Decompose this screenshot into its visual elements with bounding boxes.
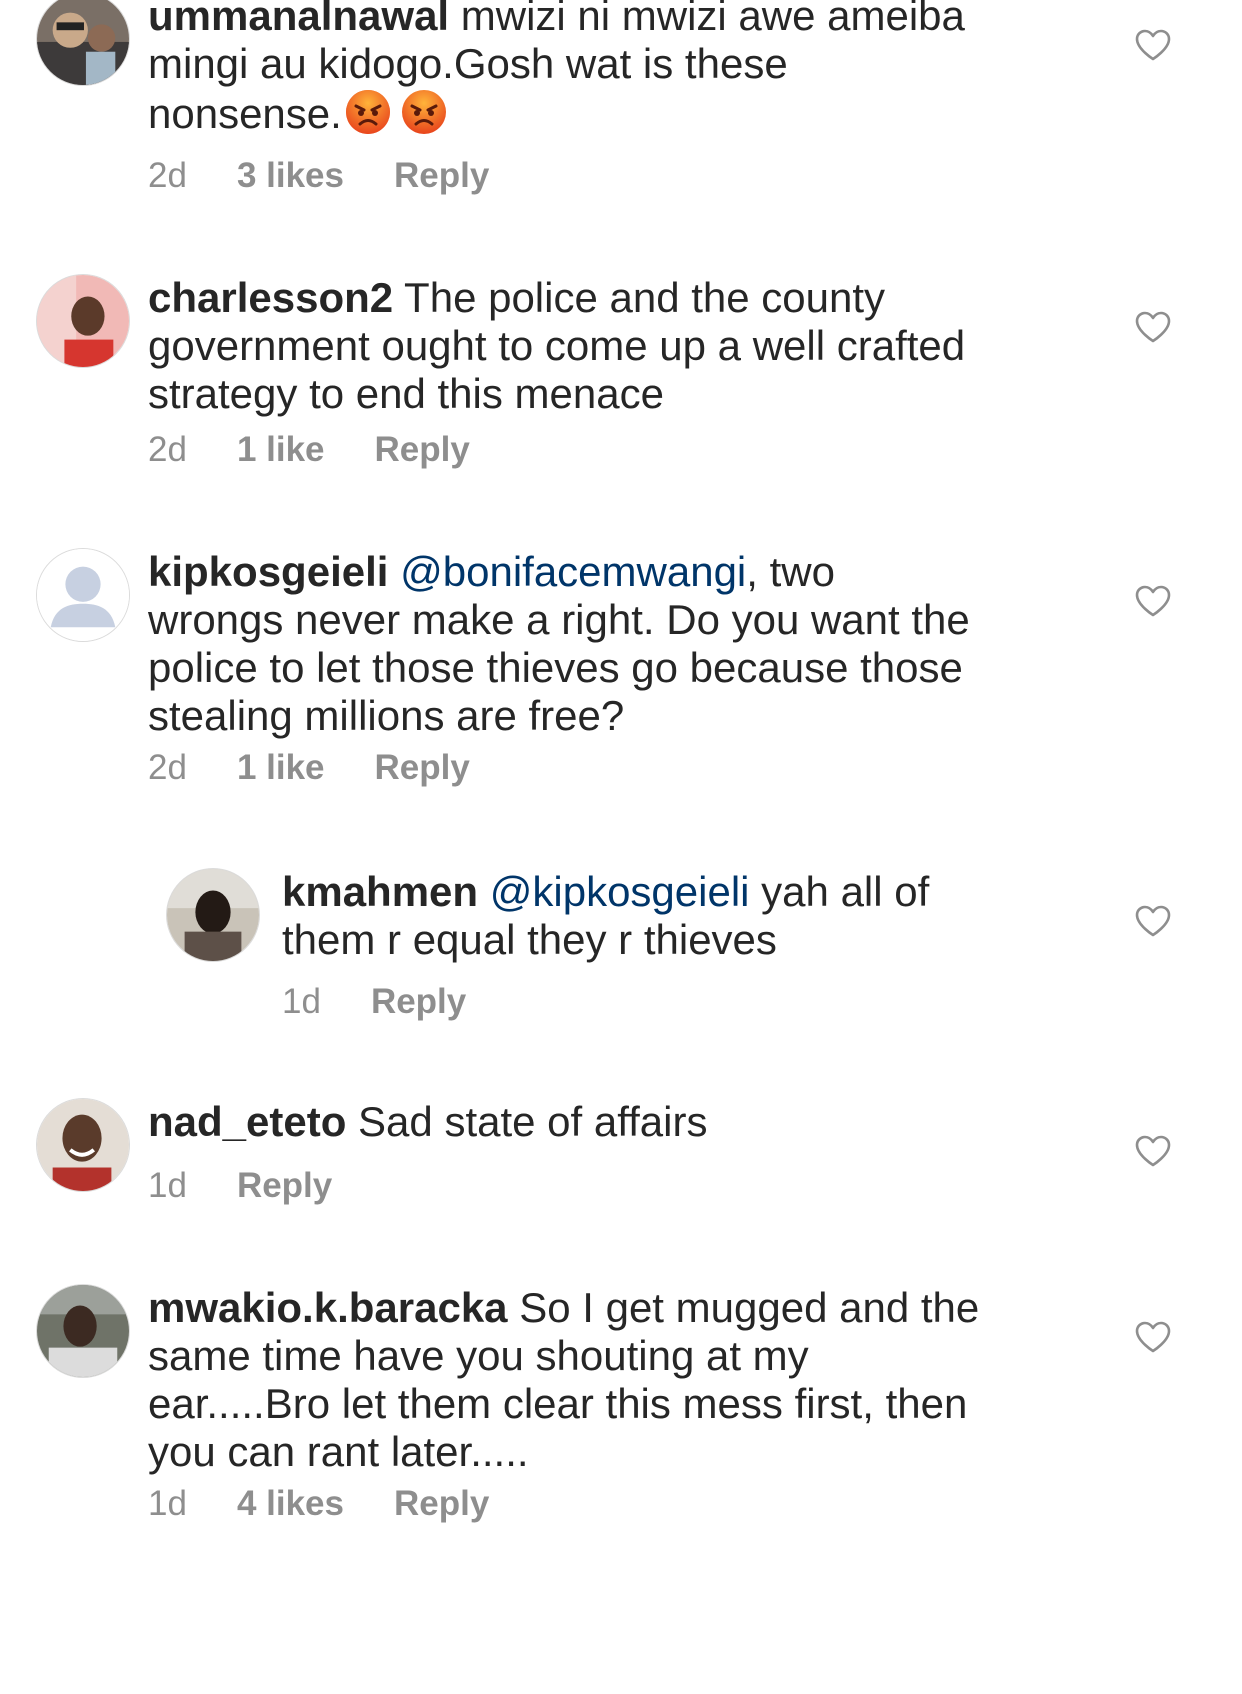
comment-text: charlesson2 The police and the county go… bbox=[148, 274, 968, 418]
comment-username[interactable]: nad_eteto bbox=[148, 1098, 346, 1145]
comment-username[interactable]: mwakio.k.baracka bbox=[148, 1284, 508, 1331]
avatar-photo bbox=[167, 869, 259, 961]
like-heart-icon[interactable] bbox=[1134, 1134, 1172, 1168]
comment-text: mwakio.k.baracka So I get mugged and the… bbox=[148, 1284, 998, 1476]
comment-text: ummanalnawal mwizi ni mwizi awe ameiba m… bbox=[148, 0, 968, 138]
like-heart-icon[interactable] bbox=[1134, 310, 1172, 344]
avatar[interactable] bbox=[36, 1098, 130, 1192]
like-heart-icon[interactable] bbox=[1134, 1320, 1172, 1354]
default-avatar-icon bbox=[37, 549, 129, 641]
comment-meta: 1d 4 likes Reply bbox=[148, 1484, 489, 1524]
comment-text: kmahmen @kipkosgeieli yah all of them r … bbox=[282, 868, 1012, 964]
comment-meta: 1d Reply bbox=[148, 1166, 332, 1206]
comment-meta: 2d 3 likes Reply bbox=[148, 156, 489, 196]
reply-button[interactable]: Reply bbox=[394, 156, 489, 196]
mention-link[interactable]: @kipkosgeieli bbox=[490, 868, 750, 915]
reply-button[interactable]: Reply bbox=[237, 1166, 332, 1206]
comment-time: 2d bbox=[148, 430, 187, 469]
mention-link[interactable]: @bonifacemwangi bbox=[400, 548, 746, 595]
comment-meta: 1d Reply bbox=[282, 982, 466, 1022]
reply-button[interactable]: Reply bbox=[394, 1484, 489, 1524]
comment-username[interactable]: charlesson2 bbox=[148, 274, 393, 321]
comment-meta: 2d 1 like Reply bbox=[148, 430, 470, 470]
comment-text: kipkosgeieli @bonifacemwangi, two wrongs… bbox=[148, 548, 978, 740]
avatar[interactable] bbox=[36, 0, 130, 86]
avatar-photo bbox=[37, 1099, 129, 1191]
comment-time: 1d bbox=[148, 1484, 187, 1523]
avatar-photo bbox=[37, 0, 129, 85]
reply-button[interactable]: Reply bbox=[371, 982, 466, 1022]
like-heart-icon[interactable] bbox=[1134, 584, 1172, 618]
comment-meta: 2d 1 like Reply bbox=[148, 748, 470, 788]
angry-face-icon bbox=[344, 88, 392, 136]
like-heart-icon[interactable] bbox=[1134, 28, 1172, 62]
like-heart-icon[interactable] bbox=[1134, 904, 1172, 938]
avatar[interactable] bbox=[166, 868, 260, 962]
comment-time: 2d bbox=[148, 748, 187, 787]
comment-username[interactable]: kmahmen bbox=[282, 868, 478, 915]
reply-button[interactable]: Reply bbox=[375, 430, 470, 470]
comment-username[interactable]: ummanalnawal bbox=[148, 0, 449, 39]
comment-username[interactable]: kipkosgeieli bbox=[148, 548, 388, 595]
comment-body: Sad state of affairs bbox=[346, 1098, 708, 1145]
comment-text: nad_eteto Sad state of affairs bbox=[148, 1098, 978, 1146]
angry-face-icon bbox=[400, 88, 448, 136]
comment-time: 1d bbox=[282, 982, 321, 1021]
comment-likes[interactable]: 4 likes bbox=[237, 1484, 344, 1524]
avatar[interactable] bbox=[36, 548, 130, 642]
reply-button[interactable]: Reply bbox=[375, 748, 470, 788]
avatar-photo bbox=[37, 275, 129, 367]
comment-likes[interactable]: 1 like bbox=[237, 748, 325, 788]
comment-time: 1d bbox=[148, 1166, 187, 1205]
comment-likes[interactable]: 1 like bbox=[237, 430, 325, 470]
comment-likes[interactable]: 3 likes bbox=[237, 156, 344, 196]
avatar[interactable] bbox=[36, 274, 130, 368]
comment-time: 2d bbox=[148, 156, 187, 195]
avatar[interactable] bbox=[36, 1284, 130, 1378]
avatar-photo bbox=[37, 1285, 129, 1377]
